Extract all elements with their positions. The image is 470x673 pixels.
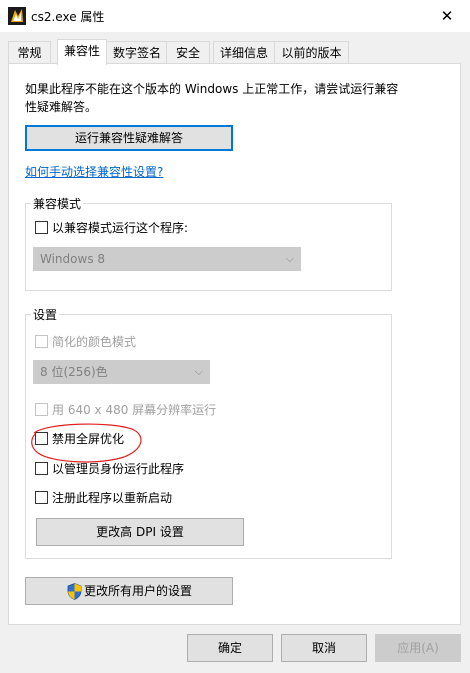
cancel-button[interactable]: 取消 [281,634,367,662]
tab-label: 兼容性 [63,44,100,58]
settings-title: 设置 [31,306,60,323]
change-dpi-button[interactable]: 更改高 DPI 设置 [36,518,244,546]
reduced-color-checkbox[interactable] [35,335,48,348]
tab-label: 以前的版本 [281,46,342,60]
register-restart-label: 注册此程序以重新启动 [52,491,173,505]
low-resolution-checkbox[interactable] [35,403,48,416]
close-icon: ✕ [440,7,454,25]
apply-button[interactable]: 应用(A) [375,634,461,662]
chevron-down-icon: ⌵ [285,252,294,265]
color-depth-value: 8 位(256)色 [40,365,108,379]
tab-details[interactable]: 详细信息 [213,41,275,64]
tab-previous-versions[interactable]: 以前的版本 [274,41,349,64]
manual-settings-link[interactable]: 如何手动选择兼容性设置? [25,163,163,180]
compat-mode-title: 兼容模式 [31,195,84,212]
change-all-users-label: 更改所有用户的设置 [84,584,193,598]
os-version-select[interactable]: Windows 8 ⌵ [33,247,301,271]
tab-label: 常规 [17,46,42,60]
tab-label: 详细信息 [219,46,268,60]
ok-button[interactable]: 确定 [187,634,273,662]
reduced-color-label: 简化的颜色模式 [52,335,137,349]
tab-general[interactable]: 常规 [8,41,51,64]
close-button[interactable]: ✕ [424,0,470,32]
compat-mode-checkbox[interactable] [35,221,48,234]
tab-security[interactable]: 安全 [166,41,210,64]
change-all-users-button[interactable]: 更改所有用户的设置 [25,577,233,605]
run-as-admin-label: 以管理员身份运行此程序 [52,462,185,476]
compat-mode-label: 以兼容模式运行这个程序: [52,221,189,235]
app-icon [8,7,26,25]
annotation-ellipse [31,423,142,463]
run-as-admin-checkbox[interactable] [35,462,48,475]
tab-label: 数字签名 [112,46,161,60]
os-version-value: Windows 8 [40,252,106,266]
register-restart-checkbox[interactable] [35,491,48,504]
chevron-down-icon: ⌵ [194,365,203,378]
run-troubleshooter-button[interactable]: 运行兼容性疑难解答 [25,125,233,151]
color-depth-select[interactable]: 8 位(256)色 ⌵ [33,360,210,384]
tab-digital-signatures[interactable]: 数字签名 [106,41,168,64]
shield-icon [67,583,82,600]
intro-text: 如果此程序不能在这个版本的 Windows 上正常工作，请尝试运行兼容性疑难解答… [25,82,399,114]
tab-label: 安全 [175,46,200,60]
window-title: cs2.exe 属性 [31,10,105,24]
tab-compatibility[interactable]: 兼容性 [57,39,107,65]
low-resolution-label: 用 640 x 480 屏幕分辨率运行 [52,403,217,417]
